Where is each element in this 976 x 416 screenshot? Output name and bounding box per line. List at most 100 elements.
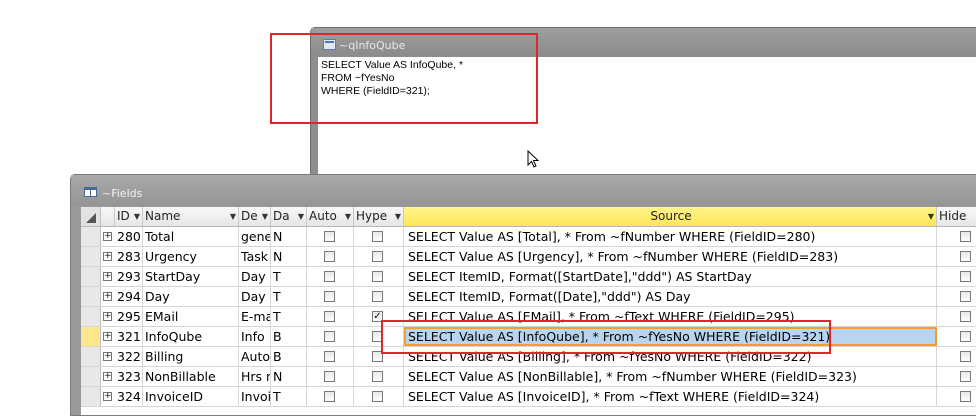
checkbox[interactable] bbox=[324, 271, 335, 282]
cell-de[interactable]: Invoi bbox=[239, 387, 271, 406]
checkbox[interactable] bbox=[960, 271, 971, 282]
column-header-da[interactable]: Da ▼ bbox=[271, 207, 307, 226]
cell-auto[interactable] bbox=[307, 367, 354, 386]
record-selector[interactable] bbox=[81, 307, 101, 326]
cell-hide[interactable] bbox=[937, 387, 976, 406]
expand-icon[interactable]: + bbox=[103, 392, 112, 401]
checkbox[interactable] bbox=[372, 391, 383, 402]
table-row[interactable]: +324 InvoiceID Invoi T SELECT Value AS [Invo… bbox=[81, 387, 976, 407]
column-header-name[interactable]: Name ▼ bbox=[143, 207, 239, 226]
cell-id[interactable]: 283 bbox=[115, 247, 143, 266]
cell-da[interactable]: N bbox=[271, 227, 307, 246]
chevron-down-icon[interactable]: ▼ bbox=[345, 207, 351, 226]
cell-hide[interactable] bbox=[937, 367, 976, 386]
cell-id[interactable]: 321 bbox=[115, 327, 143, 346]
table-row[interactable]: +283 Urgency Task N SELECT Value AS [Urgency… bbox=[81, 247, 976, 267]
expand-icon[interactable]: + bbox=[103, 232, 112, 241]
cell-source[interactable]: SELECT Value AS [NonBillable], * From ~f… bbox=[404, 367, 937, 386]
cell-de[interactable]: Hrs n bbox=[239, 367, 271, 386]
cell-hype[interactable] bbox=[354, 287, 404, 306]
cell-hide[interactable] bbox=[937, 227, 976, 246]
cell-de[interactable]: Day o bbox=[239, 287, 271, 306]
cell-de[interactable]: Day o bbox=[239, 267, 271, 286]
checkbox[interactable] bbox=[372, 231, 383, 242]
checkbox[interactable] bbox=[372, 371, 383, 382]
checkbox[interactable] bbox=[960, 311, 971, 322]
cell-da[interactable]: N bbox=[271, 247, 307, 266]
cell-name[interactable]: NonBillable bbox=[143, 367, 239, 386]
record-selector[interactable] bbox=[81, 267, 101, 286]
cell-de[interactable]: Task bbox=[239, 247, 271, 266]
checkbox[interactable] bbox=[324, 251, 335, 262]
expand-icon[interactable]: + bbox=[103, 252, 112, 261]
cell-auto[interactable] bbox=[307, 247, 354, 266]
cell-id[interactable]: 295 bbox=[115, 307, 143, 326]
cell-hide[interactable] bbox=[937, 347, 976, 366]
cell-source[interactable]: SELECT Value AS [Urgency], * From ~fNumb… bbox=[404, 247, 937, 266]
cell-da[interactable]: T bbox=[271, 287, 307, 306]
checkbox[interactable] bbox=[372, 251, 383, 262]
cell-auto[interactable] bbox=[307, 327, 354, 346]
checkbox[interactable] bbox=[960, 371, 971, 382]
checkbox[interactable] bbox=[324, 311, 335, 322]
cell-auto[interactable] bbox=[307, 347, 354, 366]
cell-de[interactable]: gene bbox=[239, 227, 271, 246]
record-selector[interactable] bbox=[81, 347, 101, 366]
record-selector[interactable] bbox=[81, 387, 101, 406]
cell-source[interactable]: SELECT ItemID, Format([Date],"ddd") AS D… bbox=[404, 287, 937, 306]
cell-hype[interactable] bbox=[354, 267, 404, 286]
cell-id[interactable]: 323 bbox=[115, 367, 143, 386]
cell-source[interactable]: SELECT Value AS [InvoiceID], * From ~fTe… bbox=[404, 387, 937, 406]
expand-icon[interactable]: + bbox=[103, 332, 112, 341]
cell-name[interactable]: StartDay bbox=[143, 267, 239, 286]
cell-auto[interactable] bbox=[307, 307, 354, 326]
cell-hide[interactable] bbox=[937, 247, 976, 266]
record-selector[interactable] bbox=[81, 287, 101, 306]
expand-icon[interactable]: + bbox=[103, 272, 112, 281]
cell-auto[interactable] bbox=[307, 287, 354, 306]
cell-hype[interactable] bbox=[354, 387, 404, 406]
cell-id[interactable]: 324 bbox=[115, 387, 143, 406]
fields-datasheet[interactable]: ID▼Name▼De▼Da▼Auto▼Hype▼Source▼Hide▼ +28… bbox=[81, 207, 976, 415]
chevron-down-icon[interactable]: ▼ bbox=[395, 207, 401, 226]
checkbox[interactable] bbox=[960, 231, 971, 242]
table-row[interactable]: +323 NonBillable Hrs n N SELECT Value AS [No… bbox=[81, 367, 976, 387]
chevron-down-icon[interactable]: ▼ bbox=[262, 207, 268, 226]
checkbox[interactable] bbox=[372, 291, 383, 302]
cell-name[interactable]: InfoQube bbox=[143, 327, 239, 346]
checkbox[interactable] bbox=[960, 331, 971, 342]
cell-source[interactable]: SELECT Value AS [Total], * From ~fNumber… bbox=[404, 227, 937, 246]
fields-window[interactable]: ~Fields ID ▼ Name ▼ De ▼ Da ▼ Auto ▼ Hype ▼ Source ▼ H… bbox=[70, 174, 976, 416]
checkbox[interactable] bbox=[324, 291, 335, 302]
cell-hide[interactable] bbox=[937, 327, 976, 346]
chevron-down-icon[interactable]: ▼ bbox=[134, 207, 140, 226]
cell-da[interactable]: T bbox=[271, 267, 307, 286]
cell-hype[interactable] bbox=[354, 247, 404, 266]
cell-de[interactable]: Info bbox=[239, 327, 271, 346]
column-header-auto[interactable]: Auto ▼ bbox=[307, 207, 354, 226]
expand-icon[interactable]: + bbox=[103, 312, 112, 321]
cell-da[interactable]: B bbox=[271, 327, 307, 346]
record-selector[interactable] bbox=[81, 247, 101, 266]
record-selector[interactable] bbox=[81, 367, 101, 386]
cell-name[interactable]: Total bbox=[143, 227, 239, 246]
cell-auto[interactable] bbox=[307, 387, 354, 406]
cell-name[interactable]: Billing bbox=[143, 347, 239, 366]
checkbox[interactable] bbox=[324, 371, 335, 382]
cell-id[interactable]: 293 bbox=[115, 267, 143, 286]
fields-window-titlebar[interactable]: ~Fields bbox=[71, 175, 976, 206]
cell-hype[interactable] bbox=[354, 227, 404, 246]
checkbox[interactable] bbox=[324, 231, 335, 242]
checkbox[interactable] bbox=[324, 391, 335, 402]
select-all-corner[interactable] bbox=[81, 207, 101, 226]
checkbox[interactable] bbox=[960, 291, 971, 302]
cell-de[interactable]: E-ma bbox=[239, 307, 271, 326]
cell-hide[interactable] bbox=[937, 287, 976, 306]
table-row[interactable]: +280 Total gene N SELECT Value AS [Total], *… bbox=[81, 227, 976, 247]
chevron-down-icon[interactable]: ▼ bbox=[298, 207, 304, 226]
checkbox[interactable] bbox=[324, 351, 335, 362]
column-header-hide[interactable]: Hide▼ bbox=[937, 207, 976, 226]
cell-da[interactable]: T bbox=[271, 387, 307, 406]
cell-id[interactable]: 294 bbox=[115, 287, 143, 306]
record-selector[interactable] bbox=[81, 327, 101, 346]
